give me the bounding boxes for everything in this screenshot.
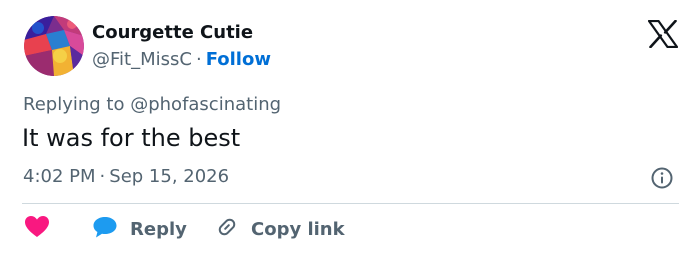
meta-separator: · — [195, 49, 202, 70]
author-meta: @Fit_MissC · Follow — [92, 49, 271, 70]
author-handle[interactable]: @Fit_MissC — [92, 49, 192, 70]
copy-link-button[interactable]: Copy link — [215, 212, 345, 246]
speech-bubble-icon — [92, 215, 118, 243]
tweet-text: It was for the best — [22, 124, 241, 152]
follow-button[interactable]: Follow — [206, 49, 271, 70]
reply-label: Reply — [130, 218, 187, 240]
reply-context: Replying to @phofascinating — [23, 94, 281, 115]
link-icon — [215, 215, 239, 243]
tweet-date: Sep 15, 2026 — [109, 166, 230, 187]
author-display-name[interactable]: Courgette Cutie — [92, 22, 253, 43]
copy-link-label: Copy link — [251, 218, 345, 240]
tweet-timestamp[interactable]: 4:02 PM · Sep 15, 2026 — [23, 166, 229, 187]
timestamp-separator: · — [99, 166, 106, 187]
action-bar: Reply Copy link — [22, 212, 682, 246]
x-logo-icon[interactable] — [647, 19, 679, 49]
avatar[interactable] — [24, 16, 84, 76]
divider — [22, 203, 679, 204]
reply-button[interactable]: Reply — [92, 212, 187, 246]
avatar-image — [24, 16, 84, 76]
tweet-time: 4:02 PM — [23, 166, 96, 187]
reply-mention-link[interactable]: @phofascinating — [130, 94, 281, 115]
like-button[interactable] — [24, 212, 50, 246]
reply-context-prefix: Replying to — [23, 94, 125, 115]
heart-icon — [24, 215, 50, 243]
info-icon[interactable] — [651, 167, 673, 189]
